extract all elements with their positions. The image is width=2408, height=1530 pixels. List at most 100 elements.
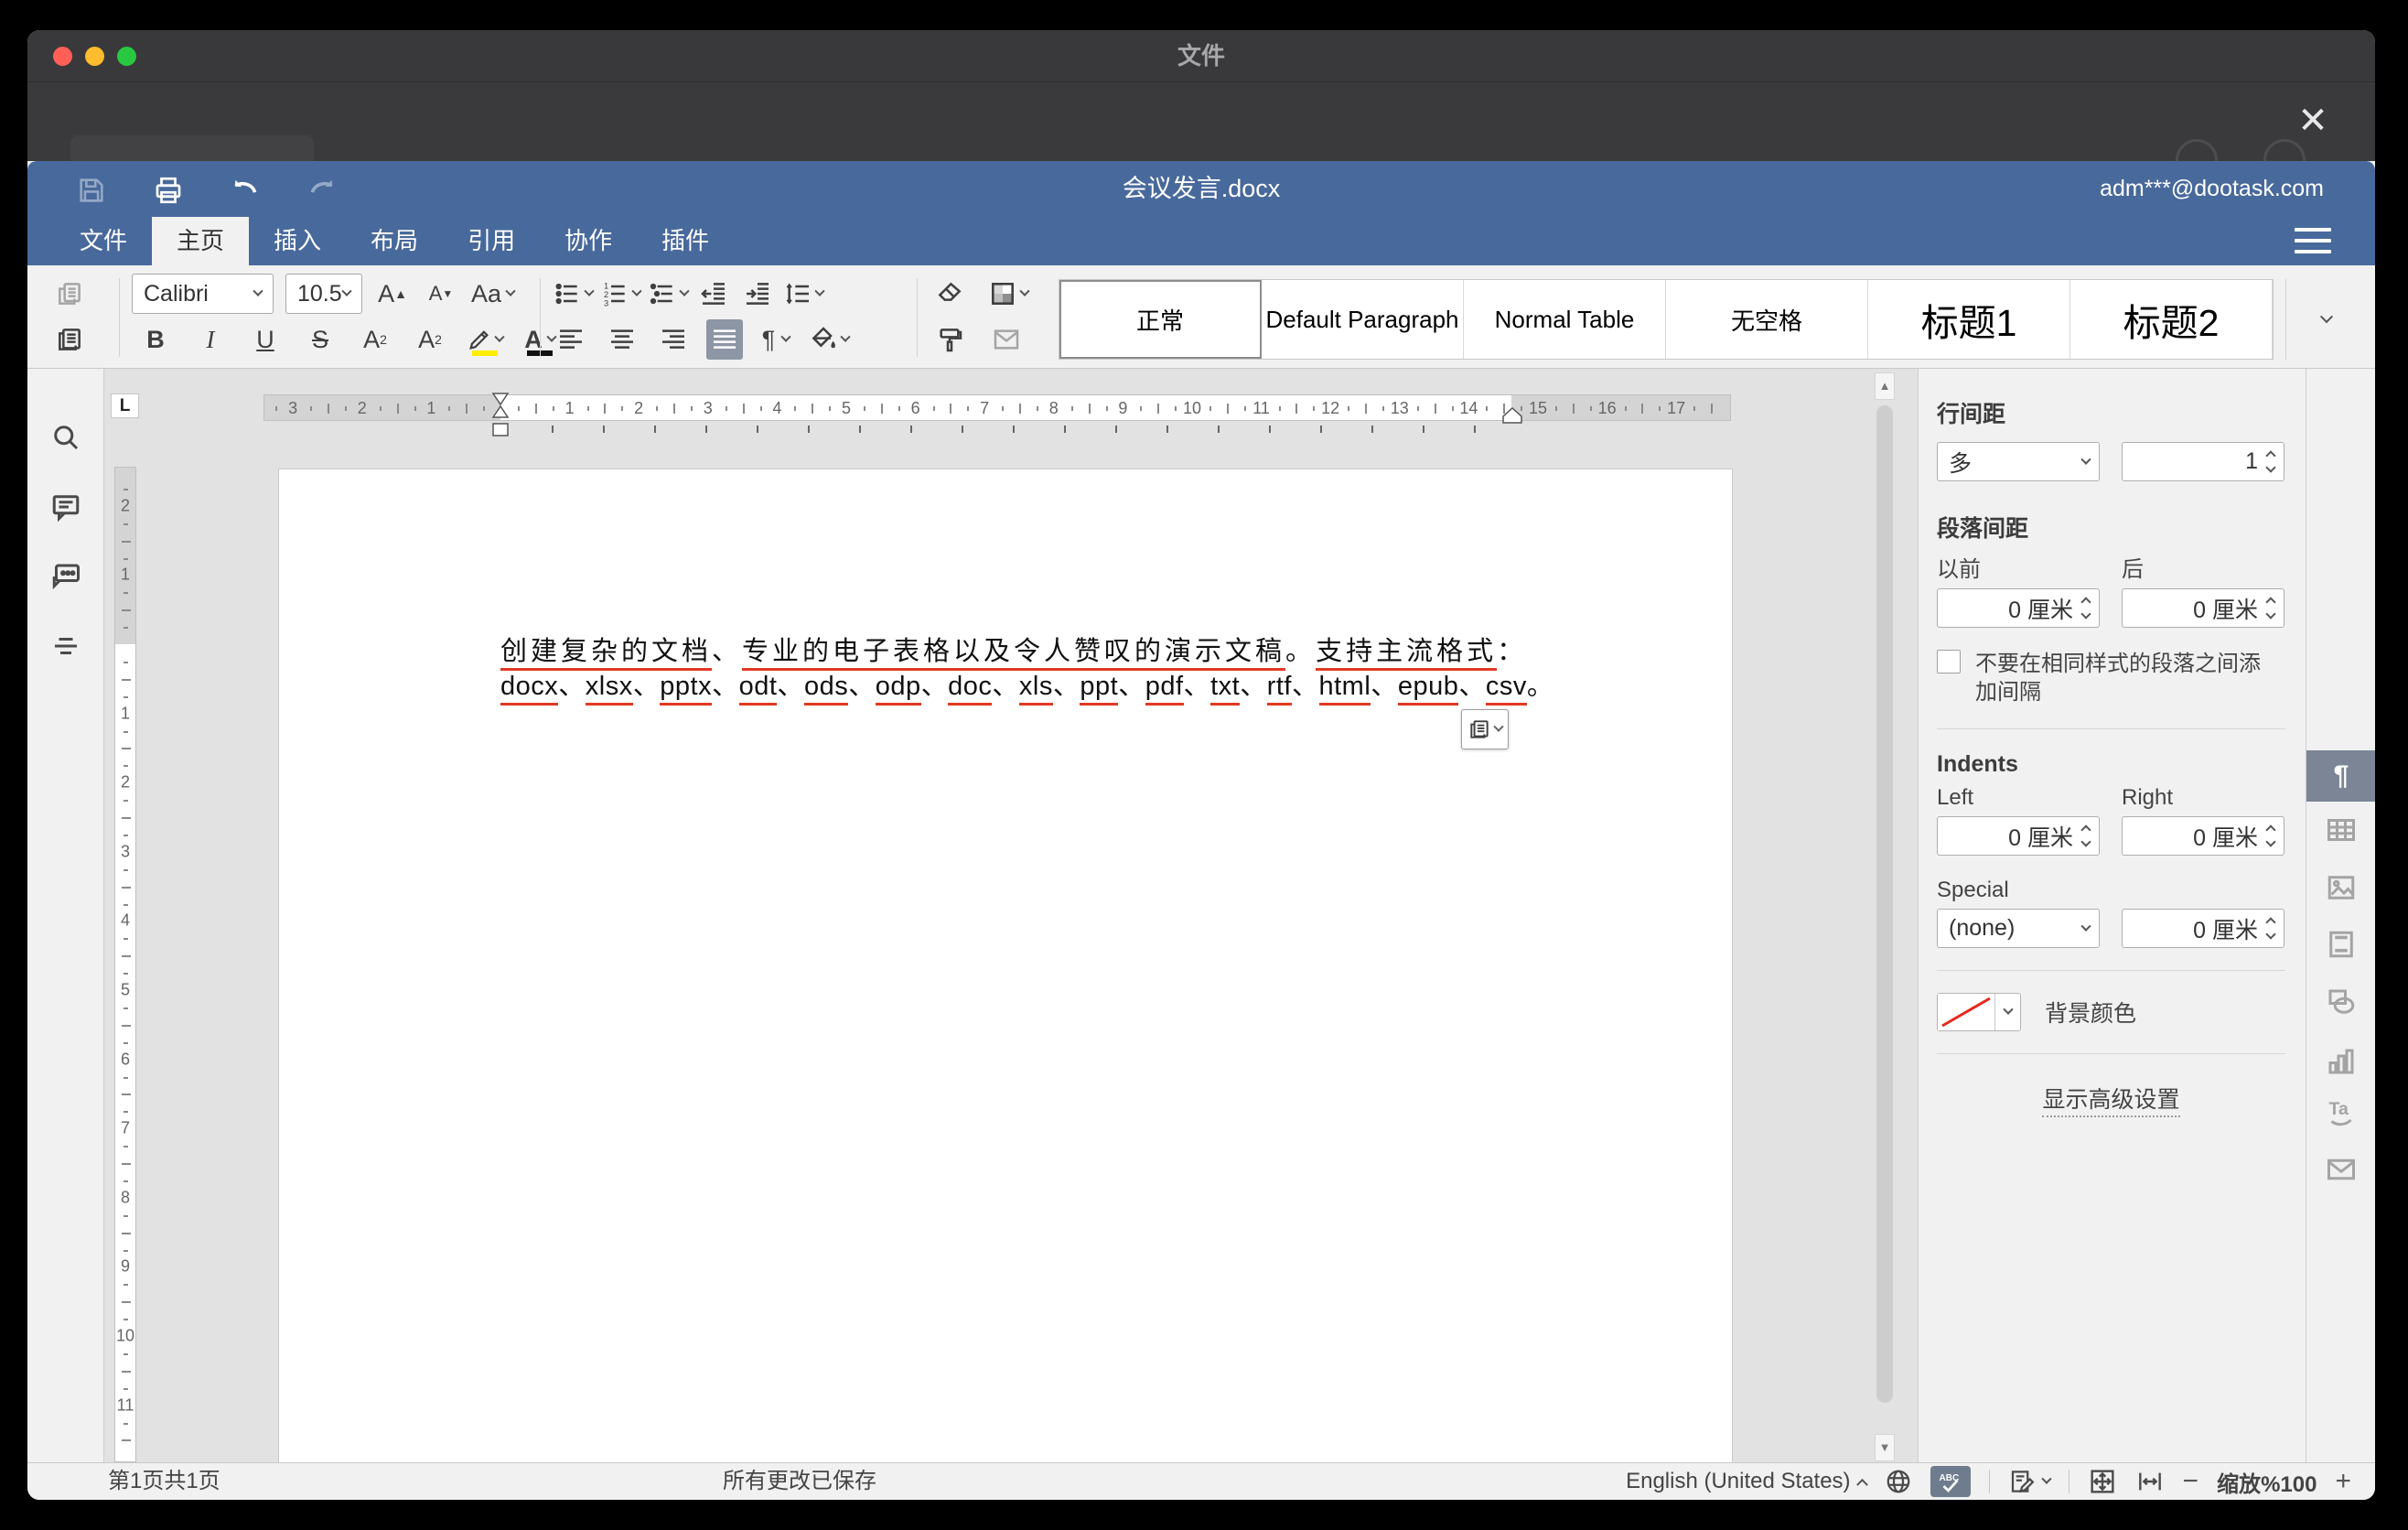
left-indent-marker[interactable]	[489, 423, 511, 437]
comments-icon[interactable]	[43, 484, 89, 530]
right-icon-rail: ¶ Ta	[2306, 369, 2375, 1462]
chat-icon[interactable]	[43, 554, 89, 599]
ruler-number: 15	[1529, 399, 1547, 418]
line-spacing-type-select[interactable]: 多	[1937, 442, 2100, 481]
zoom-in-button[interactable]: +	[2335, 1468, 2351, 1495]
language-selector[interactable]: English (United States)	[1626, 1469, 1865, 1494]
chart-settings-icon[interactable]	[2306, 1036, 2375, 1087]
shading-fill-icon[interactable]	[809, 319, 849, 360]
italic-button[interactable]: I	[192, 319, 229, 360]
indent-right-value: 0 厘米	[2193, 820, 2258, 853]
first-line-indent-marker[interactable]	[489, 393, 511, 426]
scroll-down-icon[interactable]: ▼	[1875, 1434, 1895, 1461]
align-right-icon[interactable]	[655, 319, 692, 360]
paste-icon[interactable]	[51, 319, 88, 360]
style-item-4[interactable]: 无空格	[1666, 280, 1868, 359]
zoom-out-button[interactable]: −	[2183, 1468, 2199, 1495]
increase-indent-icon[interactable]	[739, 274, 776, 314]
decrease-indent-icon[interactable]	[695, 274, 732, 314]
spacing-after-spinner[interactable]: 0 厘米	[2122, 588, 2284, 628]
bullet-list-icon[interactable]	[553, 274, 593, 314]
ruler-number: 5	[842, 399, 851, 418]
special-amount-value: 0 厘米	[2193, 912, 2258, 945]
mail-merge-icon[interactable]	[988, 319, 1025, 360]
mail-merge-settings-icon[interactable]	[2306, 1144, 2375, 1195]
decrease-font-icon[interactable]: A▼	[423, 274, 459, 314]
align-center-icon[interactable]	[604, 319, 640, 360]
copy-style-icon[interactable]	[931, 319, 968, 360]
ribbon-tab-6[interactable]: 协作	[540, 217, 637, 265]
spellcheck-toggle-icon[interactable]: ABC	[1930, 1466, 1971, 1497]
text-separator: 、	[992, 672, 1019, 701]
style-item-1[interactable]: 正常	[1059, 280, 1262, 359]
background-color-picker[interactable]	[1937, 993, 2021, 1031]
navigation-headings-icon[interactable]	[43, 623, 89, 669]
style-item-3[interactable]: Normal Table	[1464, 280, 1666, 359]
special-select[interactable]: (none)	[1937, 909, 2100, 948]
style-item-2[interactable]: Default Paragraph	[1262, 280, 1464, 359]
style-item-5[interactable]: 标题1	[1868, 280, 2070, 359]
line-spacing-type-value: 多	[1949, 446, 1972, 479]
ribbon-tab-5[interactable]: 引用	[443, 217, 540, 265]
ribbon-tab-4[interactable]: 布局	[346, 217, 443, 265]
line-spacing-icon[interactable]	[783, 274, 823, 314]
text-art-settings-icon[interactable]: Ta	[2306, 1086, 2375, 1137]
table-settings-icon[interactable]	[2306, 804, 2375, 856]
scroll-up-icon[interactable]: ▲	[1875, 372, 1895, 400]
advanced-settings-link[interactable]: 显示高级设置	[1937, 1082, 2285, 1115]
track-changes-icon[interactable]	[2008, 1468, 2050, 1495]
style-item-6[interactable]: 标题2	[2070, 280, 2273, 359]
vertical-scrollbar[interactable]: ▲ ▼	[1875, 372, 1895, 1462]
highlight-color-icon[interactable]	[467, 319, 503, 360]
bold-button[interactable]: B	[137, 319, 174, 360]
clear-style-icon[interactable]	[931, 274, 968, 314]
paste-options-button[interactable]	[1461, 709, 1509, 749]
paragraph-settings-icon[interactable]: ¶	[2306, 750, 2375, 802]
table-shading-icon[interactable]	[988, 274, 1028, 314]
ribbon-tab-1[interactable]: 文件	[55, 217, 152, 265]
close-icon[interactable]: ✕	[2293, 101, 2333, 141]
underlying-app-header: ✕	[27, 82, 2375, 161]
font-name-select[interactable]: Calibri	[132, 274, 274, 314]
superscript-icon[interactable]: A2	[357, 319, 393, 360]
image-settings-icon[interactable]	[2306, 862, 2375, 913]
underline-button[interactable]: U	[247, 319, 284, 360]
subscript-icon[interactable]: A2	[412, 319, 448, 360]
fit-page-icon[interactable]	[2088, 1467, 2117, 1496]
increase-font-icon[interactable]: A▲	[374, 274, 411, 314]
document-page[interactable]: 创建复杂的文档、专业的电子表格以及令人赞叹的演示文稿。支持主流格式： docx、…	[278, 469, 1733, 1462]
spacing-before-spinner[interactable]: 0 厘米	[1937, 588, 2100, 628]
tab-stop-selector[interactable]: L	[111, 393, 139, 418]
strikethrough-button[interactable]: S	[302, 319, 339, 360]
document-text[interactable]: 创建复杂的文档、专业的电子表格以及令人赞叹的演示文稿。支持主流格式： docx、…	[500, 634, 1534, 704]
line-spacing-value-spinner[interactable]: 1	[2122, 442, 2284, 481]
copy-icon[interactable]	[51, 274, 88, 314]
document-language-icon[interactable]	[1885, 1468, 1912, 1495]
line-spacing-value: 1	[2245, 448, 2258, 475]
multilevel-list-icon[interactable]	[648, 274, 688, 314]
special-amount-spinner[interactable]: 0 厘米	[2122, 909, 2284, 948]
font-size-value: 10.5	[297, 281, 342, 307]
indent-left-spinner[interactable]: 0 厘米	[1937, 816, 2100, 856]
shape-settings-icon[interactable]	[2306, 976, 2375, 1028]
font-size-select[interactable]: 10.5	[285, 274, 362, 314]
header-footer-settings-icon[interactable]	[2306, 919, 2375, 970]
gallery-expand-icon[interactable]	[2285, 279, 2366, 360]
indent-right-spinner[interactable]: 0 厘米	[2122, 816, 2284, 856]
ribbon-tab-2[interactable]: 主页	[152, 217, 249, 265]
menu-icon[interactable]	[2295, 228, 2331, 253]
text-separator: 、	[1240, 672, 1267, 701]
fit-width-icon[interactable]	[2135, 1467, 2165, 1496]
no-space-between-checkbox[interactable]	[1937, 650, 1961, 673]
ribbon-tab-7[interactable]: 插件	[637, 217, 734, 265]
text-segment: epub	[1398, 672, 1459, 706]
numbered-list-icon[interactable]: 123	[600, 274, 640, 314]
scrollbar-thumb[interactable]	[1876, 405, 1893, 1403]
search-icon[interactable]	[43, 415, 89, 460]
align-left-icon[interactable]	[553, 319, 589, 360]
change-case-icon[interactable]: Aa	[471, 274, 514, 314]
justify-icon[interactable]	[706, 319, 743, 360]
nonprinting-chars-icon[interactable]: ¶	[758, 319, 794, 360]
ribbon-tab-3[interactable]: 插入	[249, 217, 346, 265]
spacing-before-label: 以前	[1937, 551, 2100, 583]
